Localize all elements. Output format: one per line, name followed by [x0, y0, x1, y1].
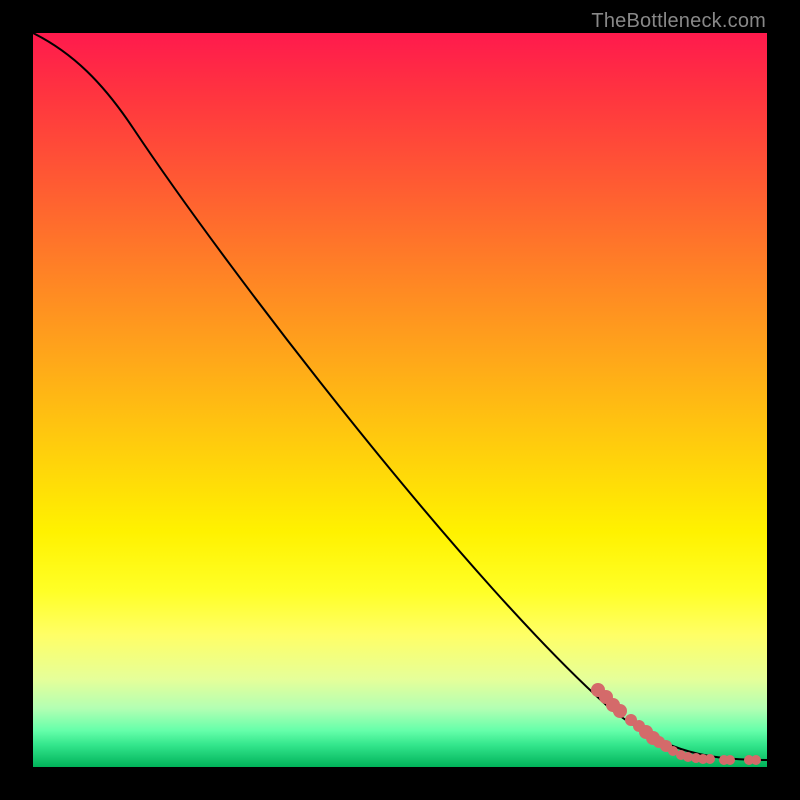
chart-dot [725, 755, 735, 765]
chart-dot [705, 754, 715, 764]
watermark-text: TheBottleneck.com [591, 10, 766, 33]
chart-plot-area [33, 33, 767, 767]
chart-curve [33, 33, 767, 767]
chart-dot [751, 755, 761, 765]
